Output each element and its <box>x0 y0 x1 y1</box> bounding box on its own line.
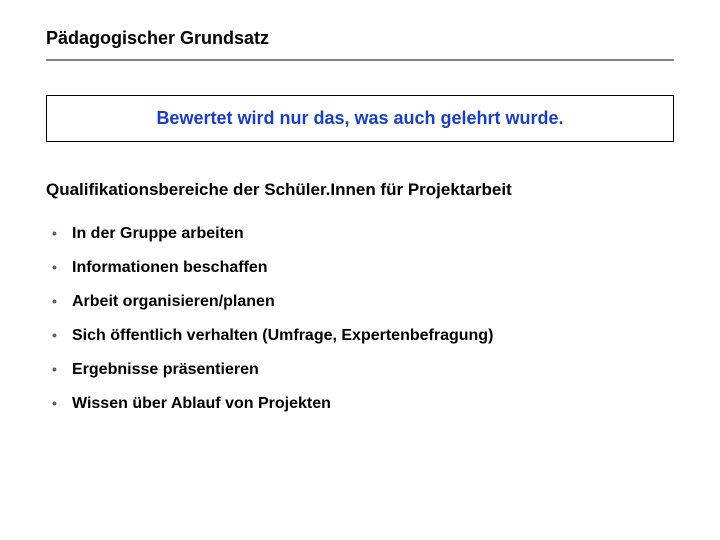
principle-box: Bewertet wird nur das, was auch gelehrt … <box>46 95 674 142</box>
title-divider <box>46 59 674 61</box>
list-item: Ergebnisse präsentieren <box>52 360 674 380</box>
bullet-list: In der Gruppe arbeiten Informationen bes… <box>46 224 674 414</box>
slide: Pädagogischer Grundsatz Bewertet wird nu… <box>0 0 720 540</box>
list-item: Sich öffentlich verhalten (Umfrage, Expe… <box>52 326 674 346</box>
subheading: Qualifikationsbereiche der Schüler.Innen… <box>46 180 674 200</box>
list-item: Informationen beschaffen <box>52 258 674 278</box>
page-title: Pädagogischer Grundsatz <box>46 28 674 59</box>
list-item: In der Gruppe arbeiten <box>52 224 674 244</box>
list-item: Arbeit organisieren/planen <box>52 292 674 312</box>
principle-text: Bewertet wird nur das, was auch gelehrt … <box>156 108 563 128</box>
list-item: Wissen über Ablauf von Projekten <box>52 394 674 414</box>
